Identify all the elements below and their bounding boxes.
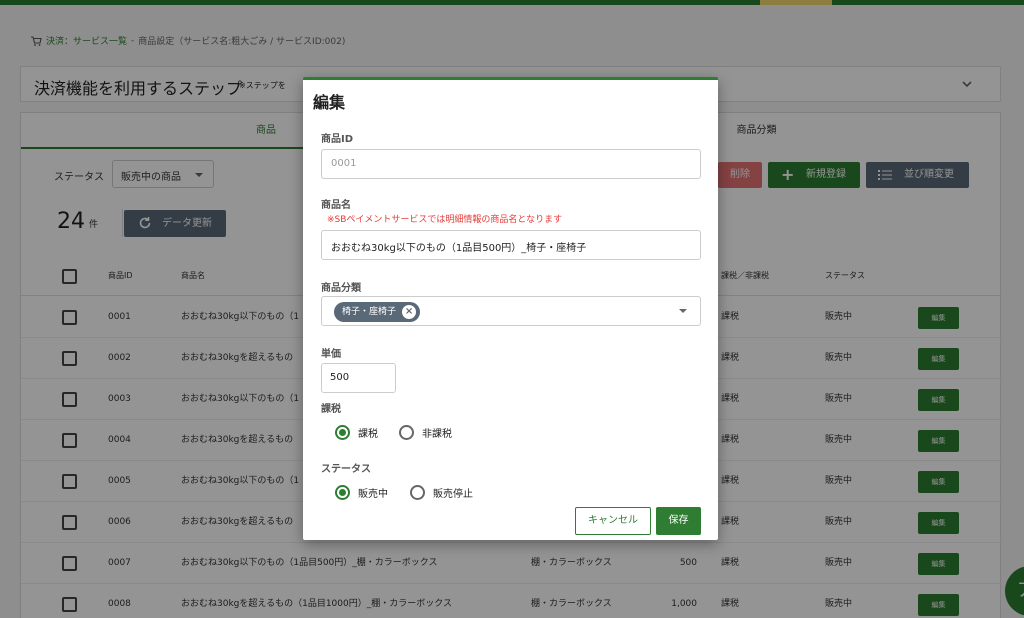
status-option-on-sale-label: 販売中 <box>358 489 388 500</box>
tax-option-taxable[interactable]: 課税 <box>335 425 378 440</box>
product-name-input[interactable]: おおむね30kg以下のもの（1品目500円）_椅子・座椅子 <box>321 230 701 260</box>
caret-down-icon[interactable] <box>679 309 687 313</box>
radio-selected[interactable] <box>335 425 350 440</box>
radio-selected[interactable] <box>335 485 350 500</box>
radio-unselected[interactable] <box>410 485 425 500</box>
status-option-on-sale[interactable]: 販売中 <box>335 485 388 500</box>
tax-option-nontaxable-label: 非課税 <box>422 429 452 440</box>
dialog-title: 編集 <box>313 93 346 112</box>
product-name-note: ※SBペイメントサービスでは明細情報の商品名となります <box>327 215 563 225</box>
status-option-stopped[interactable]: 販売停止 <box>410 485 473 500</box>
status-option-stopped-label: 販売停止 <box>433 489 473 500</box>
cancel-button[interactable]: キャンセル <box>575 507 651 535</box>
edit-product-dialog: 編集 商品ID 0001 商品名 ※SBペイメントサービスでは明細情報の商品名と… <box>303 77 718 540</box>
unit-price-label: 単価 <box>321 349 341 360</box>
tax-option-nontaxable[interactable]: 非課税 <box>399 425 452 440</box>
product-name-label: 商品名 <box>321 200 351 211</box>
category-chip-label: 椅子・座椅子 <box>342 307 397 317</box>
tax-label: 課税 <box>321 404 341 415</box>
product-id-input[interactable]: 0001 <box>321 149 701 179</box>
category-chip: 椅子・座椅子 × <box>334 302 421 322</box>
tax-option-taxable-label: 課税 <box>358 429 378 440</box>
category-label: 商品分類 <box>321 283 361 294</box>
radio-unselected[interactable] <box>399 425 414 440</box>
unit-price-input[interactable]: 500 <box>321 363 396 393</box>
save-button[interactable]: 保存 <box>656 507 701 535</box>
product-id-label: 商品ID <box>321 134 354 145</box>
status-label: ステータス <box>321 464 371 475</box>
remove-chip-icon[interactable]: × <box>402 305 417 319</box>
